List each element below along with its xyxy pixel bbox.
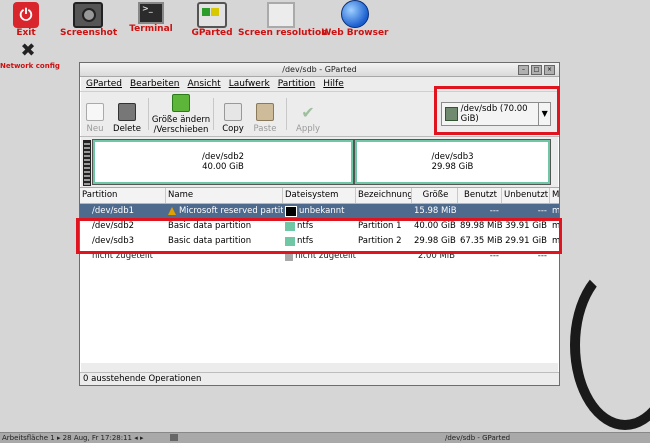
wrench-icon: ✖ — [20, 40, 36, 61]
window-titlebar[interactable]: /dev/sdb - GParted – □ × — [80, 63, 559, 77]
apply-button[interactable]: ✔ Apply — [291, 94, 325, 135]
toolbar-separator — [286, 98, 287, 130]
monitor-icon — [267, 2, 295, 28]
desktop-icon-screenshot[interactable]: Screenshot — [60, 2, 118, 38]
table-header: Partition Name Dateisystem Bezeichnung G… — [80, 188, 559, 204]
toolbar-separator — [148, 98, 149, 130]
window-title: /dev/sdb - GParted — [282, 65, 357, 74]
column-header-unused[interactable]: Unbenutzt — [502, 188, 550, 203]
toolbar-separator — [213, 98, 214, 130]
partition-graph-sdb3[interactable]: /dev/sdb3 29.98 GiB — [354, 139, 551, 185]
column-header-label[interactable]: Bezeichnung — [356, 188, 412, 203]
desktop-icon-label: Terminal — [129, 24, 173, 34]
maximize-button[interactable]: □ — [531, 65, 542, 75]
column-header-filesystem[interactable]: Dateisystem — [283, 188, 356, 203]
copy-button[interactable]: Copy — [218, 94, 248, 134]
column-header-flags[interactable]: M — [550, 188, 559, 203]
column-header-size[interactable]: Größe — [412, 188, 458, 203]
partition-graph-sdb1[interactable] — [83, 140, 91, 186]
table-row[interactable]: /dev/sdb1 Microsoft reserved partition u… — [80, 204, 559, 219]
menu-bearbeiten[interactable]: Bearbeiten — [130, 77, 179, 91]
filesystem-color-swatch — [285, 206, 297, 217]
desktop-icon-exit[interactable]: ⏻ Exit — [6, 2, 46, 38]
column-header-name[interactable]: Name — [166, 188, 283, 203]
partition-graph-size: 40.00 GiB — [202, 162, 244, 172]
taskbar: Arbeitsfläche 1 ▸ 28 Aug, Fr 17:28:11 ◂ … — [0, 432, 650, 443]
desktop-icon-label: GParted — [191, 28, 233, 38]
desktop-icon-label: Screen resolution — [238, 28, 328, 38]
desktop-icon-label: Screenshot — [60, 28, 118, 38]
resize-move-button[interactable]: Größe ändern /Verschieben — [152, 93, 210, 135]
warning-icon — [168, 206, 176, 215]
partition-table: Partition Name Dateisystem Bezeichnung G… — [80, 187, 559, 363]
menu-partition[interactable]: Partition — [278, 77, 316, 91]
menu-laufwerk[interactable]: Laufwerk — [229, 77, 270, 91]
hard-disk-icon — [197, 2, 227, 28]
partition-graph-label: /dev/sdb2 — [201, 152, 244, 162]
partition-graph-size: 29.98 GiB — [431, 162, 474, 172]
desktop-icon-gparted[interactable]: GParted — [190, 2, 234, 38]
new-button[interactable]: Neu — [80, 94, 110, 134]
menu-hilfe[interactable]: Hilfe — [323, 77, 343, 91]
trash-icon — [118, 103, 136, 121]
camera-icon — [73, 2, 103, 28]
debian-swirl-logo — [570, 260, 650, 430]
menu-gparted[interactable]: GParted — [86, 77, 122, 91]
paste-button[interactable]: Paste — [248, 94, 282, 134]
taskbar-window-icon — [170, 434, 178, 441]
desktop-icon-network-config[interactable]: ✖ Network config — [0, 40, 60, 70]
checkmark-icon: ✔ — [301, 103, 315, 122]
power-icon: ⏻ — [13, 2, 39, 28]
paste-icon — [256, 103, 274, 121]
desktop-icon-terminal[interactable]: >_ Terminal — [128, 2, 174, 34]
delete-button[interactable]: Delete — [110, 94, 144, 134]
desktop-icon-web-browser[interactable]: Web Browser — [320, 0, 390, 38]
menu-ansicht[interactable]: Ansicht — [187, 77, 220, 91]
desktop-icon-label: Network config — [0, 62, 60, 70]
partition-graph: /dev/sdb2 40.00 GiB /dev/sdb3 29.98 GiB — [83, 139, 556, 187]
column-header-partition[interactable]: Partition — [80, 188, 166, 203]
close-button[interactable]: × — [544, 65, 555, 75]
copy-icon — [224, 103, 242, 121]
terminal-icon: >_ — [138, 2, 164, 24]
new-document-icon — [86, 103, 104, 121]
partitions-highlight — [76, 218, 562, 254]
partition-graph-sdb2[interactable]: /dev/sdb2 40.00 GiB — [92, 139, 354, 185]
minimize-button[interactable]: – — [518, 65, 529, 75]
desktop-icon-screen-resolution[interactable]: Screen resolution — [238, 2, 328, 38]
status-bar: 0 ausstehende Operationen — [80, 372, 559, 385]
globe-icon — [341, 0, 369, 28]
device-selector-highlight — [434, 86, 560, 135]
column-header-used[interactable]: Benutzt — [458, 188, 502, 203]
desktop-icon-label: Web Browser — [321, 28, 389, 38]
resize-arrow-icon — [172, 94, 190, 112]
desktop-icon-label: Exit — [16, 28, 36, 38]
partition-graph-label: /dev/sdb3 — [431, 152, 474, 162]
